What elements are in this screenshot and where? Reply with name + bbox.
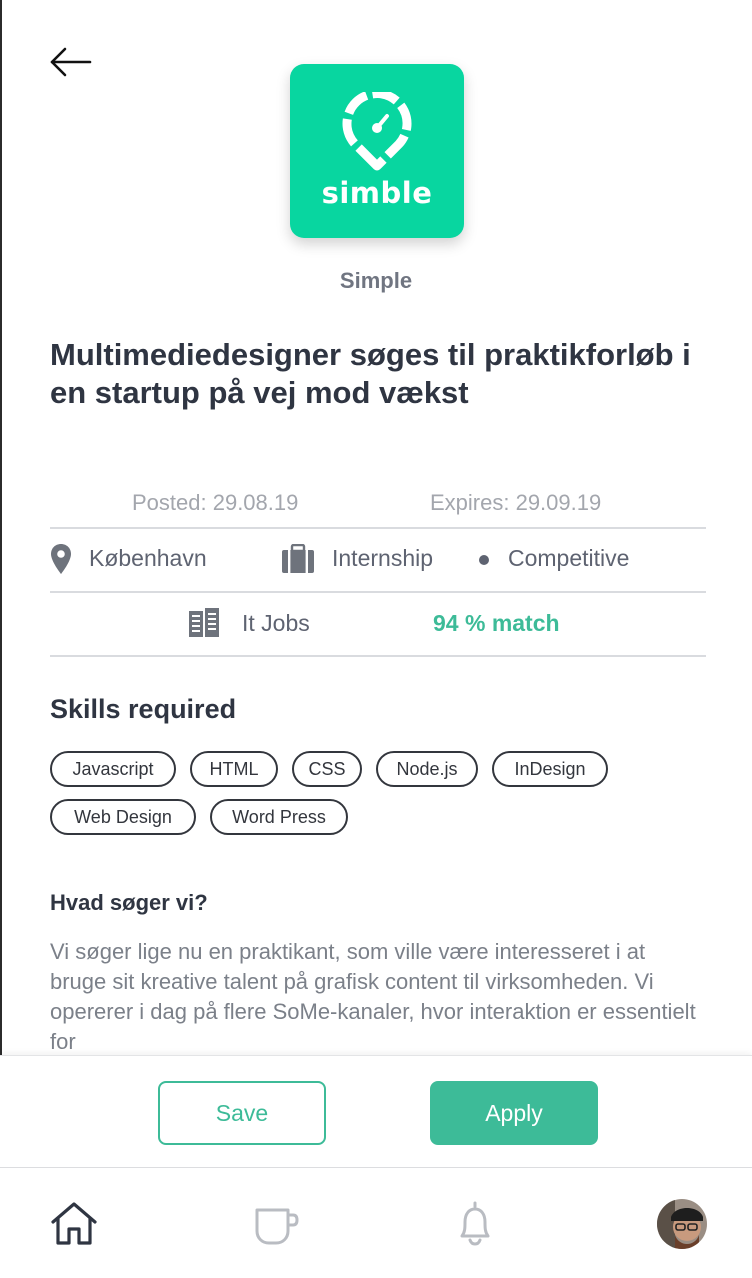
logo-wordmark: simble [321, 176, 433, 210]
back-arrow-icon[interactable] [48, 44, 94, 80]
match-score: 94 % match [433, 610, 560, 636]
job-type: Internship [332, 545, 434, 571]
apply-button[interactable]: Apply [430, 1081, 598, 1145]
briefcase-icon [282, 544, 314, 573]
job-description: Vi søger lige nu en praktikant, som vill… [50, 939, 696, 1054]
skills-heading: Skills required [50, 694, 237, 724]
location-pin-icon [51, 544, 71, 574]
company-name[interactable]: Simple [0, 268, 752, 294]
skill-chip[interactable]: Web Design [50, 799, 196, 835]
bell-icon[interactable] [450, 1198, 500, 1248]
home-icon[interactable] [49, 1198, 99, 1248]
divider [50, 527, 706, 529]
divider [50, 655, 706, 657]
dot-separator [479, 555, 489, 565]
expires-date: Expires: 29.09.19 [430, 490, 602, 515]
action-bar: Save Apply [0, 1055, 752, 1167]
avatar[interactable] [657, 1199, 707, 1249]
skill-chip[interactable]: InDesign [492, 751, 608, 787]
save-button[interactable]: Save [158, 1081, 326, 1145]
job-category: It Jobs [242, 610, 310, 636]
skill-chip[interactable]: Node.js [376, 751, 478, 787]
skill-chip[interactable]: Javascript [50, 751, 176, 787]
job-category-row: It Jobs 94 % match [0, 608, 752, 642]
mug-icon[interactable] [252, 1198, 302, 1248]
job-salary: Competitive [508, 545, 630, 571]
divider [50, 591, 706, 593]
speed-pin-icon [342, 92, 412, 171]
job-meta-row: København Internship Competitive [0, 543, 752, 577]
building-icon [189, 608, 219, 637]
user-photo [657, 1199, 707, 1249]
skill-chip[interactable]: HTML [190, 751, 278, 787]
skill-chip[interactable]: Word Press [210, 799, 348, 835]
job-title: Multimediedesigner søges til praktikforl… [50, 337, 691, 410]
company-logo: simble [290, 64, 464, 238]
skill-chip[interactable]: CSS [292, 751, 362, 787]
section-heading: Hvad søger vi? [50, 890, 208, 915]
posted-date: Posted: 29.08.19 [132, 490, 299, 515]
job-location: København [89, 545, 207, 571]
bottom-tab-bar [0, 1167, 752, 1278]
